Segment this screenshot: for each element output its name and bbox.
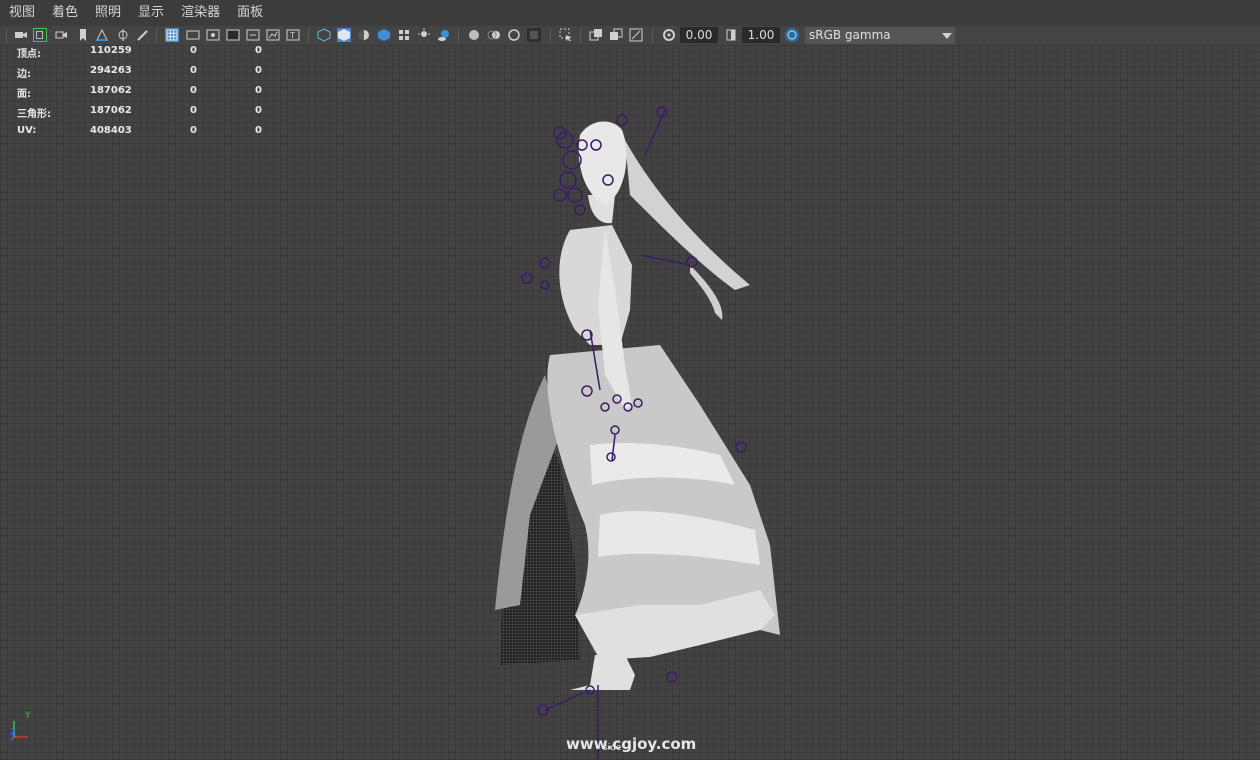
menu-bar: 视图 着色 照明 显示 渲染器 面板: [0, 0, 1260, 26]
chevron-down-icon: [942, 33, 952, 39]
gamma-icon[interactable]: [724, 28, 738, 42]
3d-viewport[interactable]: 顶点: 110259 0 0 边: 294263 0 0 面: 187062 0…: [0, 45, 1260, 760]
field-chart-icon[interactable]: [246, 28, 260, 42]
svg-text:T: T: [289, 31, 295, 40]
color-management-icon[interactable]: [785, 28, 799, 42]
toolbar-divider: [550, 28, 551, 43]
camera-attributes-icon[interactable]: [55, 28, 69, 42]
menu-shading[interactable]: 着色: [43, 0, 86, 26]
isolate-select-icon[interactable]: [559, 28, 573, 42]
toolbar-divider: [308, 28, 309, 43]
grease-pencil-icon[interactable]: [136, 28, 150, 42]
lock-camera-icon[interactable]: [33, 28, 47, 42]
image-plane-icon[interactable]: [95, 28, 109, 42]
gamma-field[interactable]: 1.00: [742, 27, 780, 43]
ambient-occlusion-icon[interactable]: [467, 28, 481, 42]
toolbar-divider: [156, 28, 157, 43]
menu-panels[interactable]: 面板: [228, 0, 271, 26]
light-bulb-icon[interactable]: [417, 28, 431, 42]
smooth-shade-icon[interactable]: [337, 28, 351, 42]
toolbar-divider: [6, 28, 7, 43]
anti-aliasing-icon[interactable]: [507, 28, 521, 42]
toolbar-divider: [652, 28, 653, 43]
character-model[interactable]: [0, 45, 1260, 760]
grid-icon[interactable]: [165, 28, 179, 42]
motion-blur-icon[interactable]: [487, 28, 501, 42]
toolbar-divider: [458, 28, 459, 43]
menu-lighting[interactable]: 照明: [86, 0, 129, 26]
colorspace-select[interactable]: sRGB gamma: [805, 27, 955, 44]
axis-z-label: Z: [10, 728, 17, 738]
default-material-icon[interactable]: [357, 28, 371, 42]
head: [578, 121, 627, 205]
exposure-field[interactable]: 0.00: [680, 27, 718, 43]
toolbar-divider: [580, 28, 581, 43]
shadows-icon[interactable]: [437, 28, 451, 42]
watermark: www.cgjoy.com: [566, 735, 697, 753]
veil: [625, 140, 750, 290]
depth-of-field-icon[interactable]: [527, 28, 541, 42]
xray-components-icon[interactable]: [629, 28, 643, 42]
wireframe-icon[interactable]: [317, 28, 331, 42]
textured-icon[interactable]: [377, 28, 391, 42]
colorspace-value: sRGB gamma: [809, 28, 891, 42]
film-gate-icon[interactable]: [186, 28, 200, 42]
axis-y-label: Y: [25, 711, 31, 721]
gate-mask-icon[interactable]: [226, 28, 240, 42]
shoe: [570, 655, 635, 690]
torso: [559, 225, 632, 345]
menu-show[interactable]: 显示: [129, 0, 172, 26]
bookmark-icon[interactable]: [76, 28, 90, 42]
xray-joints-icon[interactable]: [609, 28, 623, 42]
xray-icon[interactable]: [589, 28, 603, 42]
menu-view[interactable]: 视图: [0, 0, 43, 26]
exposure-icon[interactable]: [662, 28, 676, 42]
panel-toolbar: T 0.00 1.00 sRGB gamma: [0, 26, 1260, 45]
two-d-pan-icon[interactable]: [116, 28, 130, 42]
select-camera-icon[interactable]: [14, 28, 28, 42]
menu-renderer[interactable]: 渲染器: [172, 0, 228, 26]
use-lights-icon[interactable]: [397, 28, 411, 42]
resolution-gate-icon[interactable]: [206, 28, 220, 42]
safe-action-icon[interactable]: [266, 28, 280, 42]
safe-title-icon[interactable]: T: [286, 28, 300, 42]
